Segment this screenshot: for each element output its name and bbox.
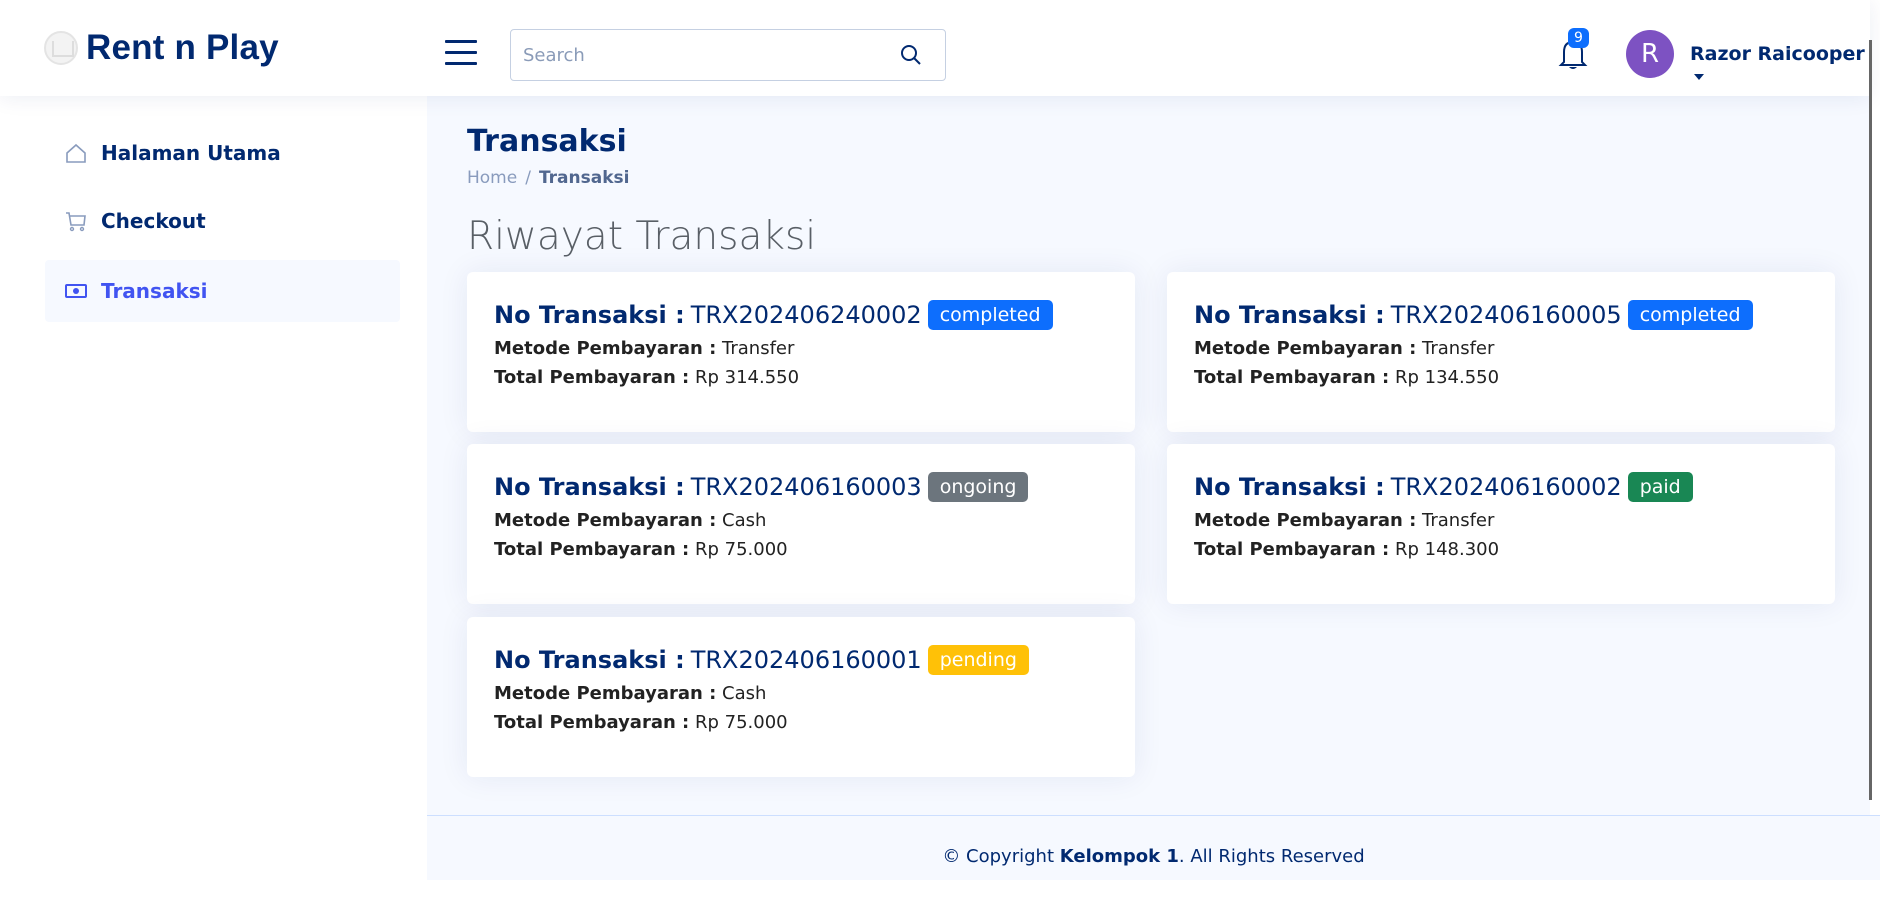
status-badge: completed [927,300,1053,330]
breadcrumb-separator: / [525,168,531,188]
profile-dropdown[interactable]: Razor Raicooper [1690,43,1870,87]
status-badge: ongoing [927,472,1029,502]
caret-down-icon [1694,73,1704,80]
status-badge: pending [927,645,1029,675]
sidebar-item-halaman-utama[interactable]: Halaman Utama [45,122,400,184]
payment-method-value: Cash [722,510,767,531]
payment-total-value: Rp 75.000 [695,539,788,560]
status-badge: paid [1627,472,1693,502]
transaction-id: TRX202406240002 [690,301,922,329]
payment-method-value: Transfer [722,338,795,359]
page-title: Transaksi [467,124,627,159]
copyright-prefix: © Copyright [942,846,1060,867]
payment-method-label: Metode Pembayaran : [494,510,717,531]
section-title: Riwayat Transaksi [467,214,817,259]
transaction-label: No Transaksi : [494,301,685,329]
main-content: Transaksi Home / Transaksi Riwayat Transak… [427,96,1870,880]
transaction-card[interactable]: No Transaksi : TRX202406160001 pending M… [467,617,1135,777]
sidebar-item-transaksi[interactable]: Transaksi [45,260,400,322]
sidebar-item-checkout[interactable]: Checkout [45,190,400,252]
notification-badge: 9 [1568,28,1589,48]
payment-method-label: Metode Pembayaran : [1194,510,1417,531]
cart-icon [66,212,86,232]
payment-total-row: Total Pembayaran : Rp 148.300 [1194,539,1808,560]
payment-total-label: Total Pembayaran : [494,367,690,388]
footer: © Copyright Kelompok 1. All Rights Reser… [427,816,1880,880]
transaction-title: No Transaksi : TRX202406160002 paid [1194,472,1808,502]
payment-method-label: Metode Pembayaran : [1194,338,1417,359]
payment-method-row: Metode Pembayaran : Transfer [1194,338,1808,359]
transaction-label: No Transaksi : [494,646,685,674]
payment-total-label: Total Pembayaran : [494,539,690,560]
house-icon [66,143,86,163]
payment-method-value: Transfer [1422,510,1495,531]
payment-method-row: Metode Pembayaran : Cash [494,510,1108,531]
transaction-title: No Transaksi : TRX202406160003 ongoing [494,472,1108,502]
header: Rent n Play 9 R Razor Raicooper [0,0,1872,800]
payment-total-value: Rp 314.550 [695,367,800,388]
transaction-title: No Transaksi : TRX202406240002 completed [494,300,1108,330]
transaction-id: TRX202406160002 [1390,473,1622,501]
transaction-card[interactable]: No Transaksi : TRX202406240002 completed… [467,272,1135,432]
cash-icon [65,284,87,298]
payment-total-row: Total Pembayaran : Rp 134.550 [1194,367,1808,388]
payment-method-row: Metode Pembayaran : Transfer [1194,510,1808,531]
payment-total-row: Total Pembayaran : Rp 75.000 [494,712,1108,733]
transaction-label: No Transaksi : [1194,301,1385,329]
sidebar-toggle-icon[interactable] [445,40,477,66]
transaction-card[interactable]: No Transaksi : TRX202406160003 ongoing M… [467,444,1135,604]
search-bar [510,29,946,81]
payment-total-row: Total Pembayaran : Rp 75.000 [494,539,1108,560]
breadcrumb-current: Transaksi [538,168,630,188]
transaction-id: TRX202406160001 [690,646,922,674]
transaction-id: TRX202406160005 [1390,301,1622,329]
payment-method-row: Metode Pembayaran : Cash [494,683,1108,704]
payment-total-label: Total Pembayaran : [1194,367,1390,388]
sidebar-item-label: Checkout [101,209,206,233]
logo-icon [44,31,78,65]
transaction-id: TRX202406160003 [690,473,922,501]
transaction-label: No Transaksi : [1194,473,1385,501]
sidebar-item-label: Transaksi [101,279,208,303]
payment-method-row: Metode Pembayaran : Transfer [494,338,1108,359]
copyright-owner: Kelompok 1 [1059,846,1179,867]
payment-total-row: Total Pembayaran : Rp 314.550 [494,367,1108,388]
payment-method-value: Cash [722,683,767,704]
payment-total-label: Total Pembayaran : [494,712,690,733]
profile-name: Razor Raicooper [1690,43,1865,65]
avatar[interactable]: R [1626,30,1674,78]
transaction-card[interactable]: No Transaksi : TRX202406160005 completed… [1167,272,1835,432]
status-badge: completed [1627,300,1753,330]
payment-total-value: Rp 75.000 [695,712,788,733]
breadcrumb-home[interactable]: Home [467,168,517,188]
transaction-label: No Transaksi : [494,473,685,501]
payment-method-label: Metode Pembayaran : [494,338,717,359]
sidebar-item-label: Halaman Utama [101,141,281,165]
logo[interactable]: Rent n Play [44,28,279,68]
sidebar: Halaman Utama Checkout Transaksi [0,96,427,880]
transaction-title: No Transaksi : TRX202406160005 completed [1194,300,1808,330]
payment-total-label: Total Pembayaran : [1194,539,1390,560]
search-input[interactable] [511,30,891,80]
search-icon[interactable] [899,43,923,67]
transaction-card[interactable]: No Transaksi : TRX202406160002 paid Meto… [1167,444,1835,604]
payment-total-value: Rp 148.300 [1395,539,1500,560]
transaction-title: No Transaksi : TRX202406160001 pending [494,645,1108,675]
payment-method-value: Transfer [1422,338,1495,359]
payment-method-label: Metode Pembayaran : [494,683,717,704]
brand-name: Rent n Play [86,28,279,67]
payment-total-value: Rp 134.550 [1395,367,1500,388]
breadcrumb: Home / Transaksi [467,168,629,188]
scrollbar[interactable] [1869,40,1872,800]
copyright-suffix: . All Rights Reserved [1178,846,1365,867]
